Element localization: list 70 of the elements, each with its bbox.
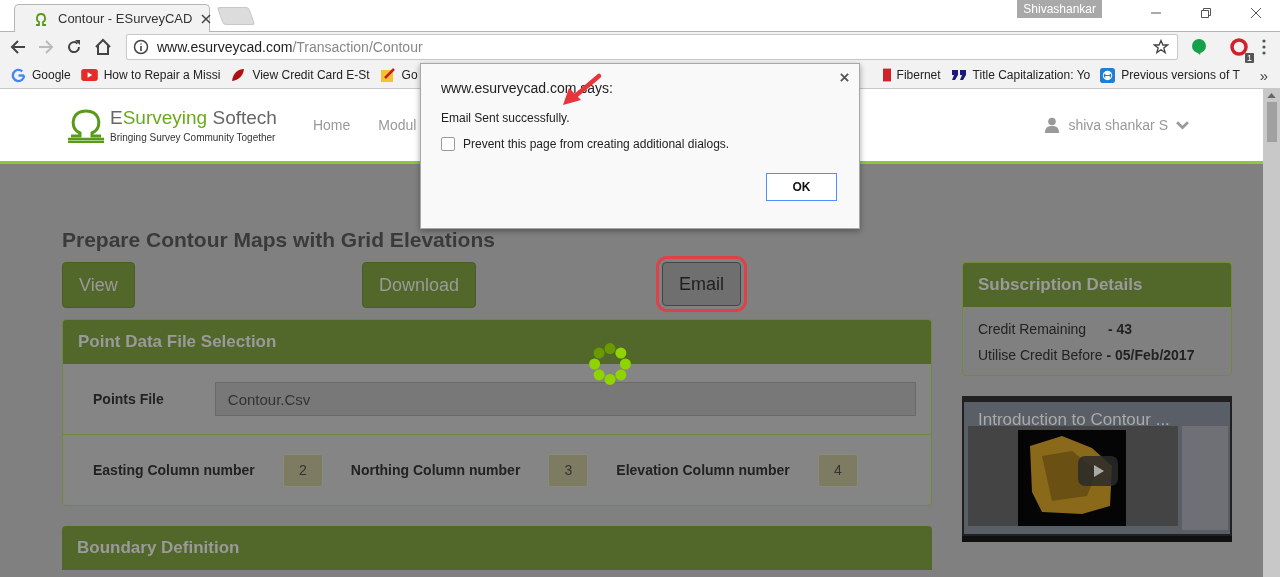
bookmark[interactable]: Google (11, 67, 71, 83)
speech-bubble-icon[interactable] (1190, 38, 1208, 56)
star-icon[interactable] (1153, 39, 1169, 55)
brand-name: ESurveying Softech (110, 107, 277, 129)
close-icon[interactable] (1250, 7, 1262, 19)
restore-icon[interactable] (1200, 7, 1212, 19)
user-menu[interactable]: shiva shankar S (1068, 117, 1168, 133)
arrows-icon (1100, 67, 1116, 83)
action-button[interactable]: View (62, 262, 135, 308)
back-icon[interactable] (10, 39, 26, 55)
detail-value: - 43 (1108, 321, 1133, 337)
panel-header: Subscription Details (963, 263, 1231, 307)
bookmark[interactable]: Go (379, 67, 418, 83)
page-title: Prepare Contour Maps with Grid Elevations (62, 228, 496, 252)
dialog-message: Email Sent successfully. (441, 111, 571, 125)
checkbox[interactable] (441, 137, 455, 151)
checkbox-label: Prevent this page from creating additional dialogs. (463, 137, 730, 151)
file-field[interactable]: Contour.Csv (214, 382, 916, 416)
panel-header: Boundary Definition (62, 526, 932, 570)
action-button[interactable]: Email (662, 262, 741, 306)
field-label: Elevation Column number (616, 462, 790, 478)
bookmark[interactable]: Title Capitalization: Yo (950, 68, 1091, 82)
ok-button[interactable]: OK (766, 173, 837, 201)
video-title[interactable]: Introduction to Contour ... (978, 410, 1170, 430)
number-field[interactable]: 3 (548, 453, 589, 487)
url-text: www.esurveycad.com/Transaction/Contour (157, 39, 423, 55)
panel-header: Point Data File Selection (63, 320, 931, 364)
field-label: Points File (93, 391, 164, 407)
scroll-thumb[interactable] (1266, 102, 1277, 142)
google-icon (11, 67, 26, 83)
loading-spinner (588, 342, 632, 386)
info-icon[interactable] (133, 39, 149, 55)
field-label: Northing Column number (350, 462, 521, 478)
play-icon (80, 69, 98, 81)
tagline: Bringing Survey Community Together (110, 132, 277, 143)
bookmark[interactable]: Previous versions of T (1100, 67, 1240, 83)
number-field[interactable]: 4 (817, 453, 858, 487)
play-icon[interactable] (1078, 456, 1118, 486)
close-icon[interactable] (840, 73, 849, 82)
bookmark[interactable]: Fibernet (882, 68, 941, 82)
field-label: Easting Column number (93, 462, 255, 478)
leaf-icon (230, 67, 247, 83)
extension-badge: 1 (1245, 53, 1254, 63)
more-bookmarks[interactable]: » (1259, 66, 1268, 84)
browser-tab[interactable]: Contour - ESurveyCAD (14, 4, 210, 32)
quote-icon (950, 69, 967, 81)
detail-label: Utilise Credit Before (978, 347, 1103, 363)
user-icon[interactable] (1044, 117, 1061, 133)
omega-icon (33, 10, 49, 27)
detail-value: - 05/Feb/2017 (1106, 347, 1195, 363)
home-icon[interactable] (94, 38, 112, 56)
scroll-up-icon[interactable] (1267, 93, 1276, 98)
address-bar[interactable]: www.esurveycad.com/Transaction/Contour (126, 34, 1178, 60)
logo-icon (882, 68, 891, 82)
profile-name[interactable]: Shivashankar (1017, 0, 1102, 18)
notepad-icon (379, 67, 396, 83)
scrollbar[interactable] (1263, 89, 1280, 577)
menu-icon[interactable] (1262, 39, 1266, 55)
action-button[interactable]: Download (362, 262, 477, 308)
chevron-down-icon[interactable] (1176, 120, 1189, 130)
nav-link[interactable]: Home (312, 117, 351, 133)
number-field[interactable]: 2 (282, 453, 323, 487)
close-icon[interactable] (201, 13, 212, 24)
detail-label: Credit Remaining (978, 321, 1088, 337)
ring-icon[interactable] (1230, 38, 1248, 56)
bookmark[interactable]: How to Repair a Missi (80, 68, 221, 82)
omega-logo-icon (68, 107, 104, 143)
bookmark[interactable]: View Credit Card E-St (230, 67, 370, 83)
nav-link[interactable]: Modul (378, 117, 417, 133)
reload-icon[interactable] (66, 39, 82, 55)
